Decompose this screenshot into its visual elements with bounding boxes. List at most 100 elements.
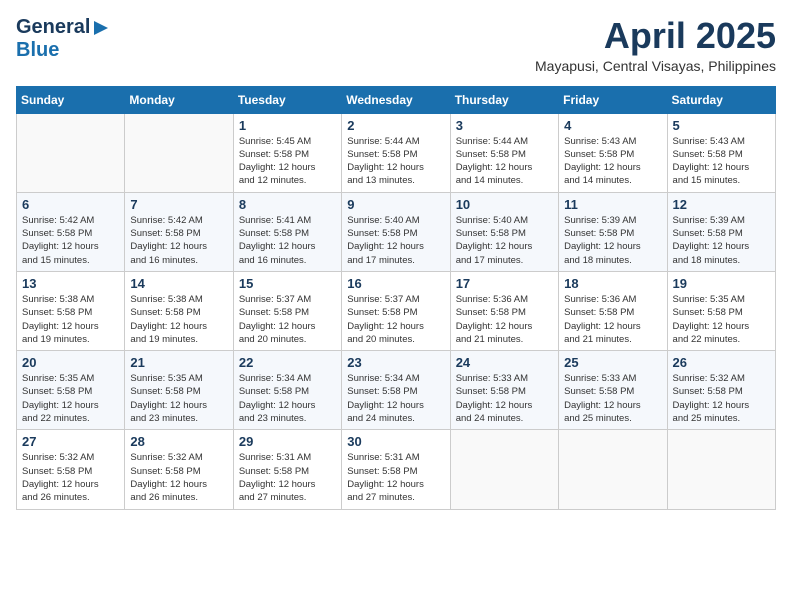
day-info: Sunrise: 5:33 AM Sunset: 5:58 PM Dayligh…: [456, 372, 553, 425]
week-row-2: 13 Sunrise: 5:38 AM Sunset: 5:58 PM Dayli…: [17, 271, 776, 350]
day-info: Sunrise: 5:37 AM Sunset: 5:58 PM Dayligh…: [239, 293, 336, 346]
day-info: Sunrise: 5:31 AM Sunset: 5:58 PM Dayligh…: [347, 451, 444, 504]
day-info: Sunrise: 5:41 AM Sunset: 5:58 PM Dayligh…: [239, 214, 336, 267]
day-info: Sunrise: 5:32 AM Sunset: 5:58 PM Dayligh…: [673, 372, 770, 425]
calendar-cell-w2-d4: 17Sunrise: 5:36 AM Sunset: 5:58 PM Dayli…: [450, 271, 558, 350]
day-info: Sunrise: 5:39 AM Sunset: 5:58 PM Dayligh…: [673, 214, 770, 267]
calendar-cell-w0-d4: 3 Sunrise: 5:44 AM Sunset: 5:58 PM Daylig…: [450, 113, 558, 192]
calendar-cell-w0-d1: [125, 113, 233, 192]
calendar-cell-w1-d4: 10Sunrise: 5:40 AM Sunset: 5:58 PM Dayli…: [450, 192, 558, 271]
day-number: 4: [564, 118, 661, 133]
day-info: Sunrise: 5:32 AM Sunset: 5:58 PM Dayligh…: [130, 451, 227, 504]
day-number: 11: [564, 197, 661, 212]
calendar-cell-w4-d6: [667, 430, 775, 509]
day-info: Sunrise: 5:45 AM Sunset: 5:58 PM Dayligh…: [239, 135, 336, 188]
calendar-cell-w2-d5: 18Sunrise: 5:36 AM Sunset: 5:58 PM Dayli…: [559, 271, 667, 350]
day-number: 24: [456, 355, 553, 370]
header-thursday: Thursday: [450, 86, 558, 113]
week-row-0: 1 Sunrise: 5:45 AM Sunset: 5:58 PM Daylig…: [17, 113, 776, 192]
day-info: Sunrise: 5:32 AM Sunset: 5:58 PM Dayligh…: [22, 451, 119, 504]
day-number: 3: [456, 118, 553, 133]
calendar-cell-w2-d2: 15 Sunrise: 5:37 AM Sunset: 5:58 PM Dayli…: [233, 271, 341, 350]
calendar-cell-w1-d1: 7 Sunrise: 5:42 AM Sunset: 5:58 PM Daylig…: [125, 192, 233, 271]
day-number: 26: [673, 355, 770, 370]
day-info: Sunrise: 5:31 AM Sunset: 5:58 PM Dayligh…: [239, 451, 336, 504]
day-info: Sunrise: 5:36 AM Sunset: 5:58 PM Dayligh…: [456, 293, 553, 346]
day-number: 22: [239, 355, 336, 370]
day-number: 19: [673, 276, 770, 291]
day-number: 13: [22, 276, 119, 291]
header-friday: Friday: [559, 86, 667, 113]
day-info: Sunrise: 5:44 AM Sunset: 5:58 PM Dayligh…: [456, 135, 553, 188]
day-number: 30: [347, 434, 444, 449]
logo: General Blue: [16, 16, 110, 62]
day-info: Sunrise: 5:40 AM Sunset: 5:58 PM Dayligh…: [347, 214, 444, 267]
header-sunday: Sunday: [17, 86, 125, 113]
day-info: Sunrise: 5:40 AM Sunset: 5:58 PM Dayligh…: [456, 214, 553, 267]
header-wednesday: Wednesday: [342, 86, 450, 113]
calendar-cell-w2-d1: 14Sunrise: 5:38 AM Sunset: 5:58 PM Dayli…: [125, 271, 233, 350]
day-number: 23: [347, 355, 444, 370]
logo-triangle-icon: [92, 19, 110, 37]
calendar-cell-w3-d4: 24 Sunrise: 5:33 AM Sunset: 5:58 PM Dayli…: [450, 351, 558, 430]
header-tuesday: Tuesday: [233, 86, 341, 113]
day-number: 12: [673, 197, 770, 212]
calendar-cell-w3-d2: 22 Sunrise: 5:34 AM Sunset: 5:58 PM Dayli…: [233, 351, 341, 430]
day-number: 2: [347, 118, 444, 133]
calendar-cell-w1-d6: 12 Sunrise: 5:39 AM Sunset: 5:58 PM Dayli…: [667, 192, 775, 271]
day-number: 18: [564, 276, 661, 291]
calendar-cell-w1-d0: 6Sunrise: 5:42 AM Sunset: 5:58 PM Daylig…: [17, 192, 125, 271]
calendar-cell-w0-d5: 4 Sunrise: 5:43 AM Sunset: 5:58 PM Daylig…: [559, 113, 667, 192]
day-number: 15: [239, 276, 336, 291]
header-saturday: Saturday: [667, 86, 775, 113]
day-number: 28: [130, 434, 227, 449]
day-info: Sunrise: 5:44 AM Sunset: 5:58 PM Dayligh…: [347, 135, 444, 188]
day-info: Sunrise: 5:39 AM Sunset: 5:58 PM Dayligh…: [564, 214, 661, 267]
header: General Blue April 2025 Mayapusi, Centra…: [16, 16, 776, 74]
location-title: Mayapusi, Central Visayas, Philippines: [535, 58, 776, 74]
calendar-cell-w0-d6: 5 Sunrise: 5:43 AM Sunset: 5:58 PM Daylig…: [667, 113, 775, 192]
calendar-cell-w1-d2: 8Sunrise: 5:41 AM Sunset: 5:58 PM Daylig…: [233, 192, 341, 271]
logo-blue-text: Blue: [16, 39, 59, 62]
day-info: Sunrise: 5:35 AM Sunset: 5:58 PM Dayligh…: [130, 372, 227, 425]
calendar-cell-w1-d5: 11 Sunrise: 5:39 AM Sunset: 5:58 PM Dayli…: [559, 192, 667, 271]
month-title: April 2025: [535, 16, 776, 56]
day-number: 5: [673, 118, 770, 133]
day-number: 9: [347, 197, 444, 212]
day-number: 20: [22, 355, 119, 370]
week-row-3: 20 Sunrise: 5:35 AM Sunset: 5:58 PM Dayli…: [17, 351, 776, 430]
logo-general-text: General: [16, 16, 90, 39]
day-number: 29: [239, 434, 336, 449]
day-info: Sunrise: 5:35 AM Sunset: 5:58 PM Dayligh…: [22, 372, 119, 425]
calendar-table: Sunday Monday Tuesday Wednesday Thursday…: [16, 86, 776, 510]
calendar-cell-w3-d6: 26 Sunrise: 5:32 AM Sunset: 5:58 PM Dayli…: [667, 351, 775, 430]
header-monday: Monday: [125, 86, 233, 113]
calendar-cell-w3-d3: 23 Sunrise: 5:34 AM Sunset: 5:58 PM Dayli…: [342, 351, 450, 430]
day-info: Sunrise: 5:38 AM Sunset: 5:58 PM Dayligh…: [22, 293, 119, 346]
day-number: 7: [130, 197, 227, 212]
day-number: 1: [239, 118, 336, 133]
day-info: Sunrise: 5:42 AM Sunset: 5:58 PM Dayligh…: [130, 214, 227, 267]
day-number: 21: [130, 355, 227, 370]
day-info: Sunrise: 5:34 AM Sunset: 5:58 PM Dayligh…: [347, 372, 444, 425]
day-info: Sunrise: 5:34 AM Sunset: 5:58 PM Dayligh…: [239, 372, 336, 425]
calendar-cell-w4-d1: 28 Sunrise: 5:32 AM Sunset: 5:58 PM Dayli…: [125, 430, 233, 509]
calendar-cell-w1-d3: 9 Sunrise: 5:40 AM Sunset: 5:58 PM Daylig…: [342, 192, 450, 271]
day-info: Sunrise: 5:42 AM Sunset: 5:58 PM Dayligh…: [22, 214, 119, 267]
day-info: Sunrise: 5:35 AM Sunset: 5:58 PM Dayligh…: [673, 293, 770, 346]
calendar-cell-w0-d3: 2 Sunrise: 5:44 AM Sunset: 5:58 PM Daylig…: [342, 113, 450, 192]
day-number: 25: [564, 355, 661, 370]
calendar-cell-w3-d1: 21 Sunrise: 5:35 AM Sunset: 5:58 PM Dayli…: [125, 351, 233, 430]
calendar-cell-w2-d6: 19 Sunrise: 5:35 AM Sunset: 5:58 PM Dayli…: [667, 271, 775, 350]
day-info: Sunrise: 5:43 AM Sunset: 5:58 PM Dayligh…: [564, 135, 661, 188]
day-info: Sunrise: 5:33 AM Sunset: 5:58 PM Dayligh…: [564, 372, 661, 425]
day-number: 27: [22, 434, 119, 449]
day-info: Sunrise: 5:38 AM Sunset: 5:58 PM Dayligh…: [130, 293, 227, 346]
calendar-cell-w0-d2: 1 Sunrise: 5:45 AM Sunset: 5:58 PM Daylig…: [233, 113, 341, 192]
week-row-1: 6Sunrise: 5:42 AM Sunset: 5:58 PM Daylig…: [17, 192, 776, 271]
weekday-header-row: Sunday Monday Tuesday Wednesday Thursday…: [17, 86, 776, 113]
day-info: Sunrise: 5:43 AM Sunset: 5:58 PM Dayligh…: [673, 135, 770, 188]
title-area: April 2025 Mayapusi, Central Visayas, Ph…: [535, 16, 776, 74]
calendar-cell-w4-d2: 29 Sunrise: 5:31 AM Sunset: 5:58 PM Dayli…: [233, 430, 341, 509]
day-number: 16: [347, 276, 444, 291]
